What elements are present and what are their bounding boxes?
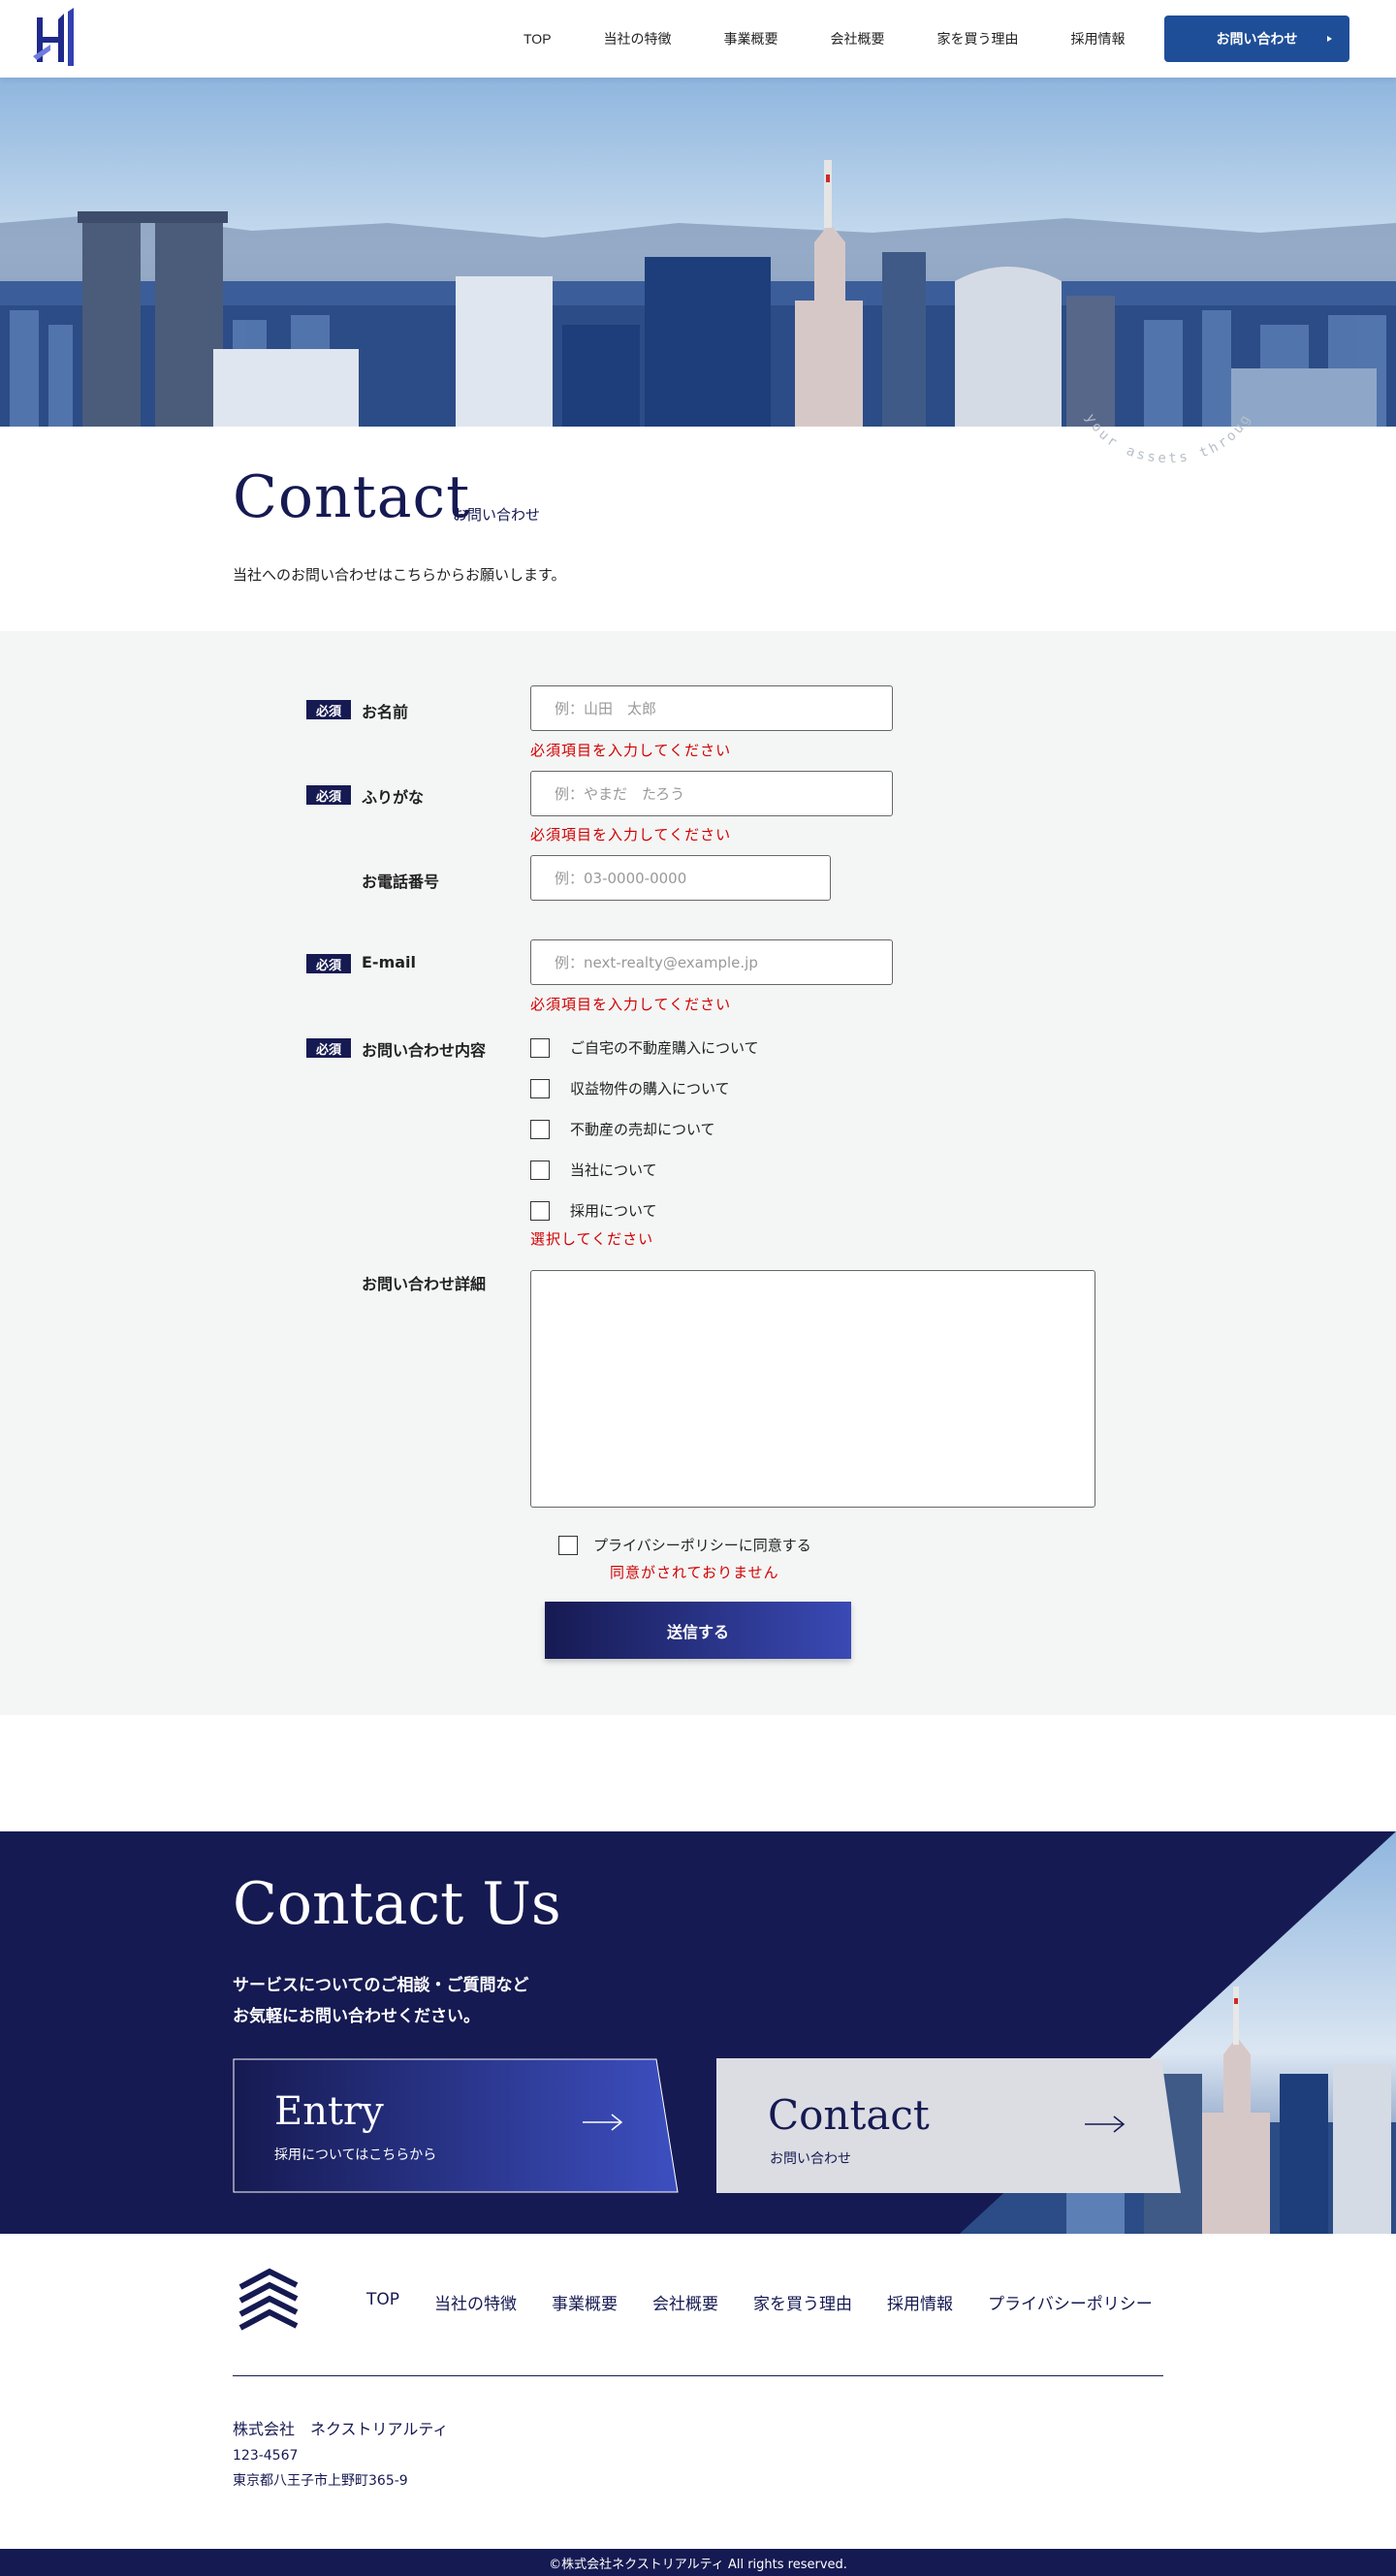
main-nav: TOP 当社の特徴 事業概要 会社概要 家を買う理由 採用情報	[524, 0, 1178, 78]
nav-business[interactable]: 事業概要	[724, 29, 778, 48]
email-error: 必須項目を入力してください	[530, 996, 732, 1013]
inquiry-checkbox-recruit[interactable]	[530, 1201, 550, 1221]
contact-us-section: Contact Us サービスについてのご相談・ご質問など お気軽にお問い合わせ…	[0, 1831, 1396, 2234]
name-error: 必須項目を入力してください	[530, 742, 732, 759]
privacy-label[interactable]: プライバシーポリシーに同意する	[593, 1535, 811, 1555]
kana-input[interactable]: 例：やまだ たろう	[530, 771, 893, 816]
circle-text: your assets through	[1066, 398, 1252, 466]
site-footer: TOP 当社の特徴 事業概要 会社概要 家を買う理由 採用情報 プライバシーポリ…	[0, 2234, 1396, 2549]
contact-title-area: Contact お問い合わせ 当社へのお問い合わせはこちらからお願いします。 y…	[0, 398, 1396, 631]
footer-nav-top[interactable]: TOP	[366, 2290, 399, 2314]
email-label: E-mail	[362, 953, 417, 971]
required-badge: 必須	[306, 1038, 351, 1058]
contact-card-subtitle: お問い合わせ	[770, 2151, 851, 2167]
inquiry-checkbox-company[interactable]	[530, 1161, 550, 1180]
privacy-error: 同意がされておりません	[610, 1564, 779, 1581]
inquiry-option-sale[interactable]: 不動産の売却について	[570, 1119, 715, 1139]
copyright-bar: ©株式会社ネクストリアルティ All rights reserved.	[0, 2549, 1396, 2576]
circular-text-decoration: your assets through	[1066, 398, 1254, 466]
svg-text:your assets through: your assets through	[1066, 398, 1254, 466]
nav-top[interactable]: TOP	[524, 31, 552, 47]
inquiry-checkbox-home[interactable]	[530, 1038, 550, 1058]
contact-us-title: Contact Us	[233, 1870, 561, 1938]
footer-logo-icon[interactable]	[237, 2268, 301, 2339]
nav-reasons[interactable]: 家を買う理由	[937, 29, 1019, 48]
footer-zip: 123-4567	[233, 2448, 299, 2464]
site-header: TOP 当社の特徴 事業概要 会社概要 家を買う理由 採用情報 お問い合わせ	[0, 0, 1396, 78]
entry-subtitle: 採用についてはこちらから	[274, 2147, 437, 2163]
contact-card-title: Contact	[768, 2091, 930, 2139]
email-input[interactable]: 例：next-realty@example.jp	[530, 939, 893, 985]
entry-title: Entry	[274, 2089, 384, 2134]
inquiry-checkbox-sale[interactable]	[530, 1120, 550, 1139]
contact-form: 必須 お名前 例：山田 太郎 必須項目を入力してください 必須 ふりがな 例：や…	[0, 631, 1396, 1715]
required-badge: 必須	[306, 700, 351, 719]
inquiry-option-company[interactable]: 当社について	[570, 1160, 657, 1180]
detail-label: お問い合わせ詳細	[362, 1275, 487, 1293]
name-input[interactable]: 例：山田 太郎	[530, 685, 893, 731]
submit-button[interactable]: 送信する	[545, 1602, 851, 1659]
page-title: Contact	[233, 463, 471, 531]
phone-placeholder: 例：03-0000-0000	[555, 870, 687, 887]
footer-divider	[233, 2375, 1163, 2376]
footer-address: 東京都八王子市上野町365-9	[233, 2473, 408, 2489]
contact-us-lead-line2: お気軽にお問い合わせください。	[233, 2007, 480, 2026]
contact-us-lead-line1: サービスについてのご相談・ご質問など	[233, 1976, 529, 1995]
name-placeholder: 例：山田 太郎	[555, 700, 657, 717]
footer-nav: TOP 当社の特徴 事業概要 会社概要 家を買う理由 採用情報 プライバシーポリ…	[366, 2290, 1188, 2314]
footer-nav-recruit[interactable]: 採用情報	[887, 2290, 953, 2314]
contact-us-cityscape	[960, 1831, 1396, 2234]
inquiry-checkbox-investment[interactable]	[530, 1079, 550, 1098]
header-contact-button[interactable]: お問い合わせ	[1164, 16, 1349, 62]
phone-label: お電話番号	[362, 873, 440, 891]
kana-label: ふりがな	[362, 788, 425, 807]
triangle-right-icon	[1327, 36, 1332, 42]
privacy-checkbox[interactable]	[558, 1536, 578, 1555]
inquiry-option-investment[interactable]: 収益物件の購入について	[570, 1078, 730, 1098]
phone-input[interactable]: 例：03-0000-0000	[530, 855, 831, 901]
name-label: お名前	[362, 703, 409, 721]
cityscape-illustration	[0, 78, 1396, 427]
nav-features[interactable]: 当社の特徴	[604, 29, 672, 48]
kana-error: 必須項目を入力してください	[530, 826, 732, 843]
email-placeholder: 例：next-realty@example.jp	[555, 954, 758, 971]
detail-textarea[interactable]	[530, 1270, 1095, 1508]
inquiry-option-recruit[interactable]: 採用について	[570, 1200, 657, 1221]
required-badge: 必須	[306, 954, 351, 973]
required-badge: 必須	[306, 785, 351, 805]
page-subtitle: お問い合わせ	[453, 506, 541, 524]
footer-nav-business[interactable]: 事業概要	[552, 2290, 618, 2314]
nav-company[interactable]: 会社概要	[831, 29, 885, 48]
footer-company-name: 株式会社 ネクストリアルティ	[233, 2420, 449, 2438]
contact-us-lead: サービスについてのご相談・ご質問など お気軽にお問い合わせください。	[233, 1970, 529, 2032]
inquiry-label: お問い合わせ内容	[362, 1041, 487, 1060]
inquiry-error: 選択してください	[530, 1230, 654, 1248]
nav-recruit[interactable]: 採用情報	[1071, 29, 1126, 48]
page-lead: 当社へのお問い合わせはこちらからお願いします。	[233, 566, 566, 584]
company-logo-icon[interactable]	[29, 8, 85, 68]
hero-cityscape	[0, 78, 1396, 427]
header-contact-label: お問い合わせ	[1216, 32, 1298, 48]
footer-nav-company[interactable]: 会社概要	[652, 2290, 718, 2314]
footer-nav-privacy[interactable]: プライバシーポリシー	[988, 2290, 1153, 2314]
inquiry-option-home[interactable]: ご自宅の不動産購入について	[570, 1037, 759, 1058]
footer-nav-features[interactable]: 当社の特徴	[434, 2290, 517, 2314]
kana-placeholder: 例：やまだ たろう	[555, 785, 685, 803]
footer-nav-reasons[interactable]: 家を買う理由	[753, 2290, 852, 2314]
